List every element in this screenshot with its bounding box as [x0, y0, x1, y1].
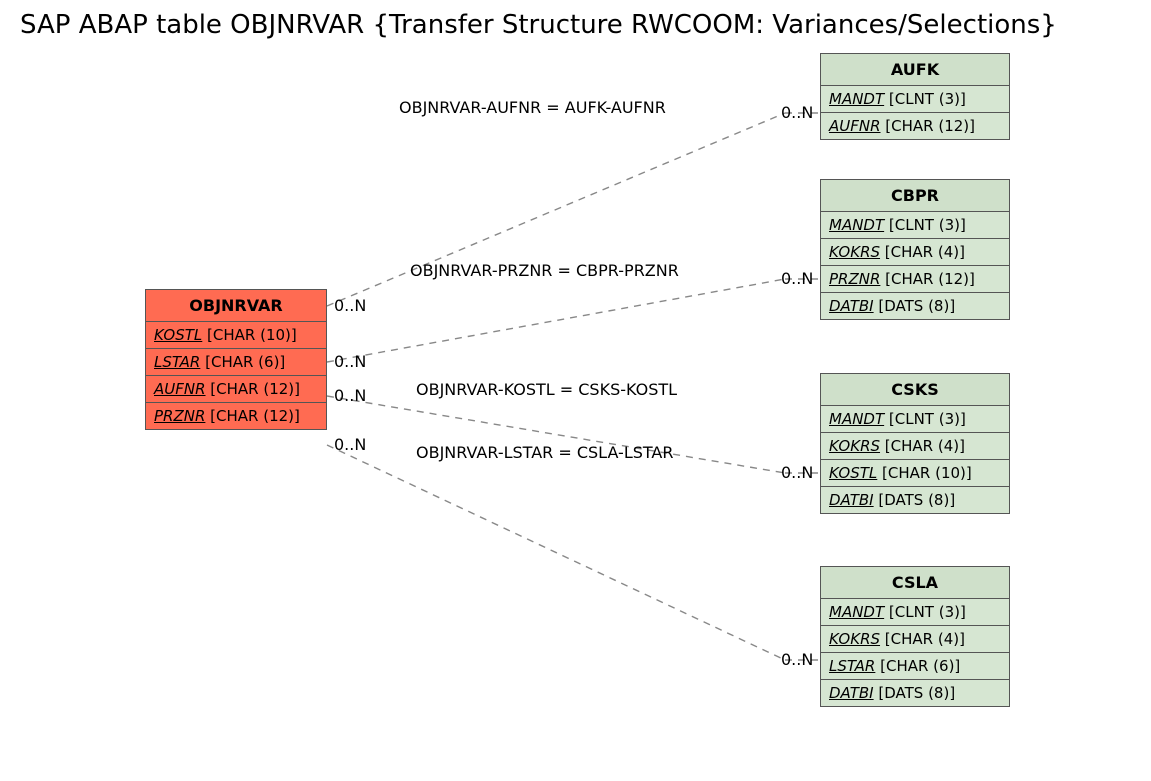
field: DATBI [DATS (8)] — [821, 293, 1009, 319]
multiplicity-left: 0..N — [334, 386, 366, 405]
entity-aufk: AUFK MANDT [CLNT (3)] AUFNR [CHAR (12)] — [820, 53, 1010, 140]
field: KOKRS [CHAR (4)] — [821, 433, 1009, 460]
field: PRZNR [CHAR (12)] — [146, 403, 326, 429]
field: AUFNR [CHAR (12)] — [821, 113, 1009, 139]
field: PRZNR [CHAR (12)] — [821, 266, 1009, 293]
field: KOSTL [CHAR (10)] — [821, 460, 1009, 487]
relation-label-kostl: OBJNRVAR-KOSTL = CSKS-KOSTL — [416, 380, 677, 399]
field: MANDT [CLNT (3)] — [821, 212, 1009, 239]
field: KOSTL [CHAR (10)] — [146, 322, 326, 349]
field: MANDT [CLNT (3)] — [821, 86, 1009, 113]
field: MANDT [CLNT (3)] — [821, 406, 1009, 433]
entity-title: OBJNRVAR — [146, 290, 326, 322]
multiplicity-right: 0..N — [781, 650, 813, 669]
entity-title: CBPR — [821, 180, 1009, 212]
entity-csks: CSKS MANDT [CLNT (3)] KOKRS [CHAR (4)] K… — [820, 373, 1010, 514]
multiplicity-left: 0..N — [334, 352, 366, 371]
entity-title: CSKS — [821, 374, 1009, 406]
field: LSTAR [CHAR (6)] — [821, 653, 1009, 680]
field: DATBI [DATS (8)] — [821, 487, 1009, 513]
multiplicity-left: 0..N — [334, 435, 366, 454]
field: KOKRS [CHAR (4)] — [821, 626, 1009, 653]
multiplicity-left: 0..N — [334, 296, 366, 315]
page-title: SAP ABAP table OBJNRVAR {Transfer Struct… — [20, 10, 1057, 40]
multiplicity-right: 0..N — [781, 269, 813, 288]
field: DATBI [DATS (8)] — [821, 680, 1009, 706]
multiplicity-right: 0..N — [781, 103, 813, 122]
relation-label-lstar: OBJNRVAR-LSTAR = CSLA-LSTAR — [416, 443, 674, 462]
relation-label-aufnr: OBJNRVAR-AUFNR = AUFK-AUFNR — [399, 98, 666, 117]
multiplicity-right: 0..N — [781, 463, 813, 482]
field: LSTAR [CHAR (6)] — [146, 349, 326, 376]
field: AUFNR [CHAR (12)] — [146, 376, 326, 403]
entity-title: AUFK — [821, 54, 1009, 86]
entity-objnrvar: OBJNRVAR KOSTL [CHAR (10)] LSTAR [CHAR (… — [145, 289, 327, 430]
entity-cbpr: CBPR MANDT [CLNT (3)] KOKRS [CHAR (4)] P… — [820, 179, 1010, 320]
entity-csla: CSLA MANDT [CLNT (3)] KOKRS [CHAR (4)] L… — [820, 566, 1010, 707]
entity-title: CSLA — [821, 567, 1009, 599]
field: MANDT [CLNT (3)] — [821, 599, 1009, 626]
relation-label-prznr: OBJNRVAR-PRZNR = CBPR-PRZNR — [410, 261, 679, 280]
field: KOKRS [CHAR (4)] — [821, 239, 1009, 266]
